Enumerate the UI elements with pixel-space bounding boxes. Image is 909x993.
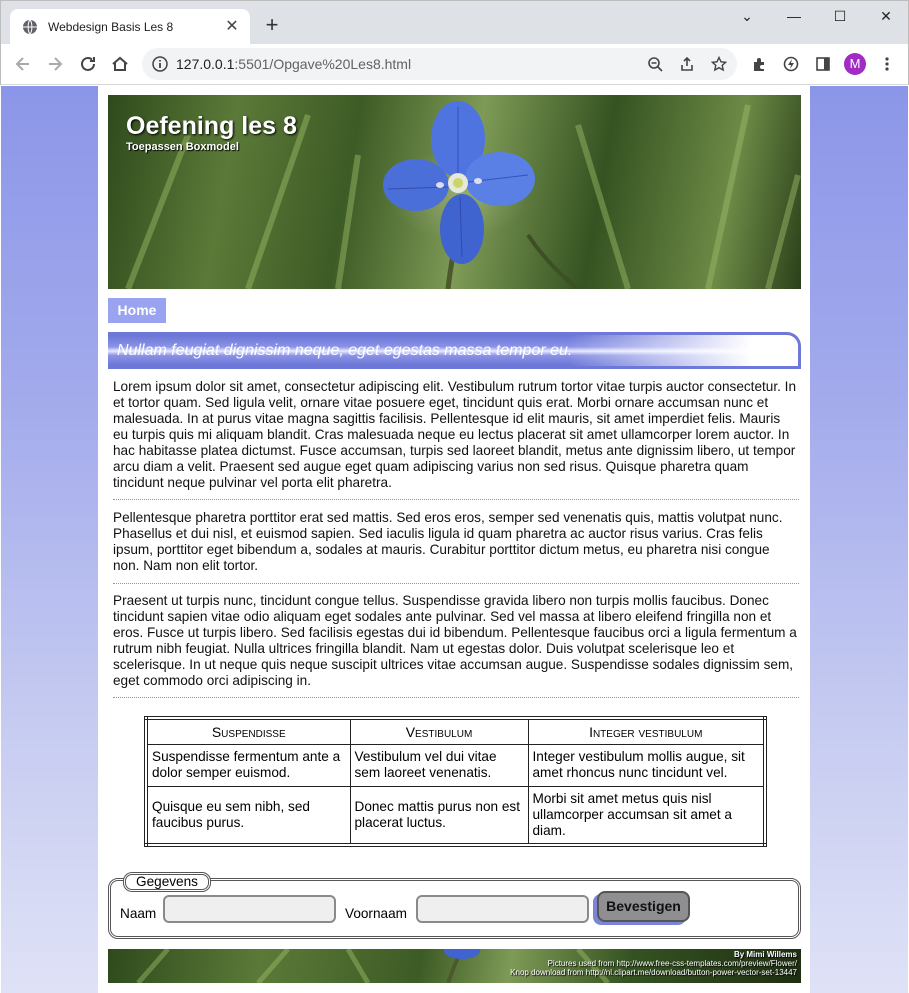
section-banner: Nullam feugiat dignissim neque, eget ege… [108, 332, 801, 369]
profile-avatar[interactable]: M [844, 53, 866, 75]
maximize-button[interactable]: ☐ [817, 5, 863, 27]
browser-toolbar: 127.0.0.1:5501/Opgave%20Les8.html M [0, 44, 909, 85]
tab-title: Webdesign Basis Les 8 [48, 20, 174, 34]
divider [113, 583, 799, 584]
bevestigen-button[interactable]: Bevestigen [597, 891, 690, 922]
table-row: Suspendisse fermentum ante a dolor sempe… [145, 743, 766, 787]
naam-input[interactable] [163, 895, 336, 923]
data-table: Suspendisse Vestibulum Integer vestibulu… [144, 716, 767, 847]
table-header-row: Suspendisse Vestibulum Integer vestibulu… [145, 717, 766, 745]
browser-tab[interactable]: Webdesign Basis Les 8 ✕ [10, 9, 250, 45]
fieldset-legend: Gegevens [123, 872, 211, 892]
paragraph-3: Praesent ut turpis nunc, tincidunt congu… [113, 593, 797, 688]
url-host: 127.0.0.1 [176, 56, 235, 72]
share-icon[interactable] [679, 56, 695, 72]
table-cell: Morbi sit amet metus quis nisl ullamcorp… [527, 785, 766, 845]
new-tab-button[interactable]: + [260, 13, 284, 37]
table-cell: Suspendisse fermentum ante a dolor sempe… [145, 743, 351, 787]
table-cell: Quisque eu sem nibh, sed faucibus purus. [145, 785, 351, 845]
site-title: Oefening les 8 [126, 112, 297, 140]
nav-home-link[interactable]: Home [108, 298, 166, 323]
tab-strip: Webdesign Basis Les 8 ✕ + ⌄ — ☐ ✕ [0, 0, 909, 45]
table-cell: Donec mattis purus non est placerat luct… [349, 785, 529, 845]
gegevens-fieldset: Gegevens Naam Voornaam Bevestigen [108, 872, 801, 939]
back-icon[interactable] [11, 52, 35, 76]
page-viewport: Oefening les 8 Toepassen Boxmodel Home N… [1, 86, 908, 993]
bookmark-star-icon[interactable] [711, 56, 727, 72]
column-header: Vestibulum [349, 717, 529, 745]
header-banner: Oefening les 8 Toepassen Boxmodel [108, 95, 801, 289]
url-path: :5501/Opgave%20Les8.html [234, 56, 412, 72]
footer-pictures-credit: Pictures used from http://www.free-css-t… [547, 959, 797, 968]
table-row: Quisque eu sem nibh, sed faucibus purus.… [145, 785, 766, 845]
footer-author: By Mimi Willems [733, 950, 797, 959]
voornaam-input[interactable] [416, 895, 589, 923]
paragraph-2: Pellentesque pharetra porttitor erat sed… [113, 510, 783, 573]
minimize-button[interactable]: — [771, 5, 817, 27]
site-info-icon[interactable] [152, 56, 168, 72]
zoom-out-icon[interactable] [647, 56, 663, 72]
url-text: 127.0.0.1:5501/Opgave%20Les8.html [176, 56, 411, 72]
reload-icon[interactable] [76, 52, 100, 76]
page-container: Oefening les 8 Toepassen Boxmodel Home N… [98, 86, 810, 993]
address-bar[interactable]: 127.0.0.1:5501/Opgave%20Les8.html [142, 48, 737, 80]
footer-button-credit: Knop download from http://nl.clipart.me/… [510, 968, 797, 977]
more-menu-icon[interactable] [875, 52, 899, 76]
side-panel-icon[interactable] [811, 52, 835, 76]
footer-credits: By Mimi Willems Pictures used from http:… [510, 950, 797, 977]
footer: By Mimi Willems Pictures used from http:… [108, 949, 801, 983]
voornaam-label: Voornaam [345, 906, 407, 921]
divider [113, 697, 799, 698]
close-window-button[interactable]: ✕ [863, 5, 909, 27]
table-cell: Vestibulum vel dui vitae sem laoreet ven… [349, 743, 529, 787]
tab-search-chevron-icon[interactable]: ⌄ [724, 5, 770, 27]
paragraph-1: Lorem ipsum dolor sit amet, consectetur … [113, 379, 797, 490]
site-subtitle: Toepassen Boxmodel [126, 141, 239, 153]
close-tab-icon[interactable]: ✕ [224, 19, 240, 35]
performance-icon[interactable] [779, 52, 803, 76]
extensions-puzzle-icon[interactable] [747, 52, 771, 76]
column-header: Suspendisse [145, 717, 351, 745]
home-icon[interactable] [108, 52, 132, 76]
forward-icon[interactable] [43, 52, 67, 76]
column-header: Integer vestibulum [527, 717, 766, 745]
table-cell: Integer vestibulum mollis augue, sit ame… [527, 743, 766, 787]
divider [113, 499, 799, 500]
banner-text: Nullam feugiat dignissim neque, eget ege… [117, 342, 573, 359]
globe-icon [23, 19, 37, 35]
naam-label: Naam [120, 906, 157, 921]
